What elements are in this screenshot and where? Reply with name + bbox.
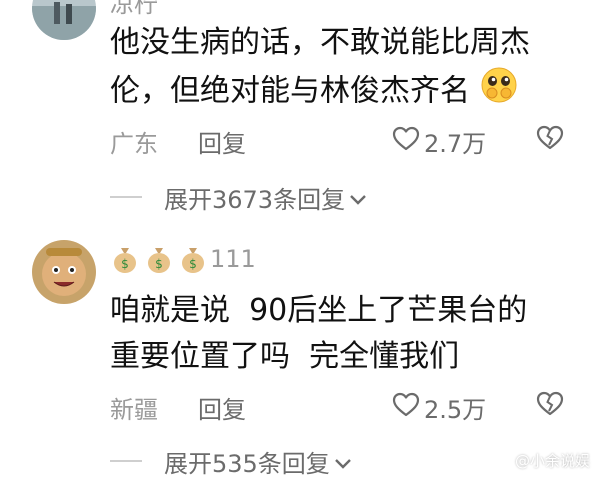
comment-line: 他没生病的话，不敢说能比周杰 bbox=[110, 25, 530, 60]
toutiao-logo-icon bbox=[493, 449, 511, 471]
like-count: 2.5万 bbox=[424, 396, 487, 424]
reply-button[interactable]: 回复 bbox=[198, 124, 246, 159]
divider bbox=[110, 196, 142, 198]
like-button[interactable]: 2.7万 bbox=[392, 124, 486, 159]
username[interactable]: $ $ $ 111 bbox=[110, 244, 256, 274]
svg-text:$: $ bbox=[121, 257, 129, 271]
heart-icon bbox=[392, 392, 420, 424]
expand-replies-button[interactable]: 展开3673条回复 bbox=[164, 180, 367, 215]
username-text: 111 bbox=[210, 245, 256, 273]
broken-heart-icon bbox=[536, 391, 564, 421]
dislike-button[interactable] bbox=[536, 125, 564, 155]
avatar[interactable] bbox=[32, 240, 96, 304]
heart-icon bbox=[392, 126, 420, 158]
divider bbox=[110, 460, 142, 462]
chevron-down-icon bbox=[349, 184, 367, 212]
comment-text: 咱就是说 90后坐上了芒果台的 重要位置了吗 完全懂我们 bbox=[110, 288, 580, 380]
comment-text: 他没生病的话，不敢说能比周杰 伦，但绝对能与林俊杰齐名 bbox=[110, 20, 580, 118]
watermark-text: @小余说娱 bbox=[514, 451, 590, 470]
comment-line-2: 伦，但绝对能与林俊杰齐名 bbox=[110, 66, 580, 118]
expand-replies-button[interactable]: 展开535条回复 bbox=[164, 444, 352, 479]
comment-line: 咱就是说 90后坐上了芒果台的 bbox=[110, 293, 528, 328]
comment-location: 广东 bbox=[110, 130, 158, 158]
money-bag-icon: $ $ $ bbox=[110, 244, 208, 274]
expand-replies-label: 展开535条回复 bbox=[164, 450, 330, 478]
username[interactable]: 凉柠 bbox=[110, 0, 158, 19]
like-count: 2.7万 bbox=[424, 130, 487, 158]
like-button[interactable]: 2.5万 bbox=[392, 390, 486, 425]
svg-text:$: $ bbox=[155, 257, 163, 271]
comment-line-text: 伦，但绝对能与林俊杰齐名 bbox=[110, 73, 470, 109]
comment-location: 新疆 bbox=[110, 396, 158, 424]
chevron-down-icon bbox=[334, 448, 352, 476]
broken-heart-icon bbox=[536, 125, 564, 155]
expand-replies-label: 展开3673条回复 bbox=[164, 186, 346, 214]
svg-text:$: $ bbox=[189, 257, 197, 271]
watermark: @小余说娱 bbox=[493, 449, 590, 471]
reply-button[interactable]: 回复 bbox=[198, 390, 246, 425]
comment-line-2: 重要位置了吗 完全懂我们 bbox=[110, 339, 460, 374]
pleading-hands-emoji bbox=[480, 66, 518, 118]
avatar[interactable] bbox=[32, 0, 96, 40]
dislike-button[interactable] bbox=[536, 391, 564, 421]
